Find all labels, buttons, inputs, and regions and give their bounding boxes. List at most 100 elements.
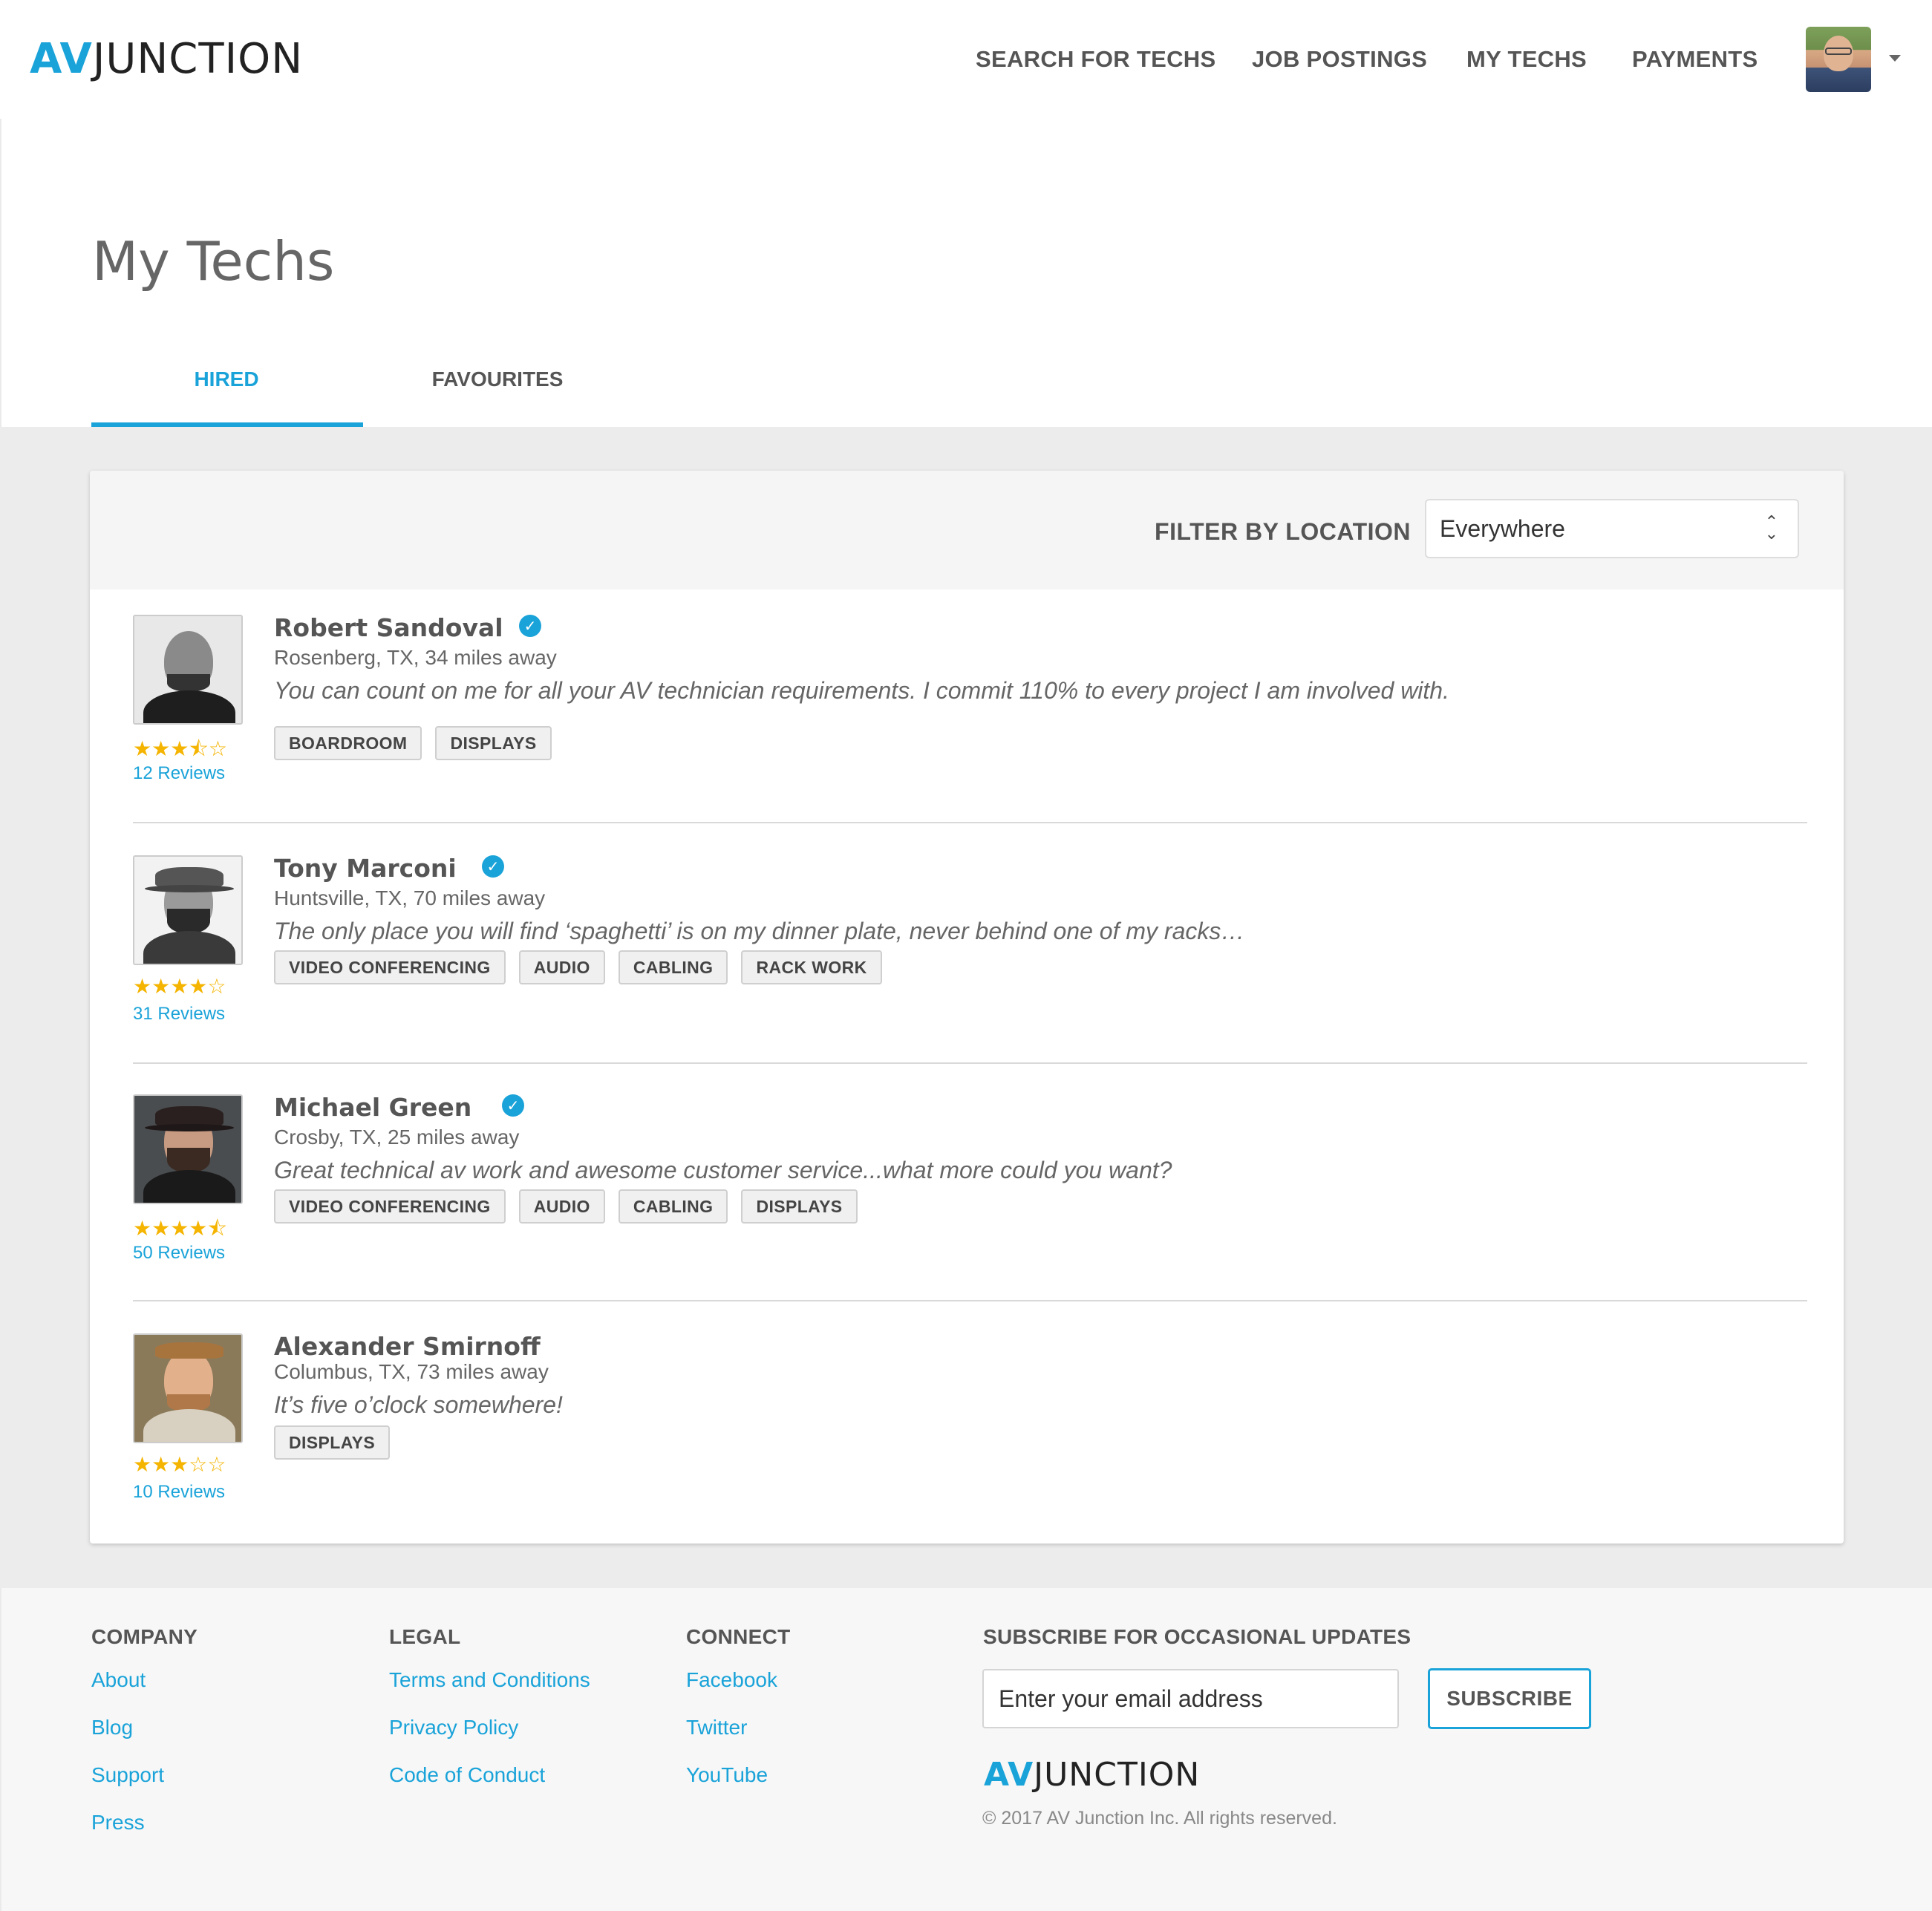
skill-tag: AUDIO	[518, 950, 605, 984]
reviews-link[interactable]: 50 Reviews	[133, 1243, 225, 1264]
tech-tags: BOARDROOM DISPLAYS	[274, 726, 565, 760]
divider	[133, 822, 1807, 823]
tech-quote: You can count on me for all your AV tech…	[274, 677, 1449, 704]
copyright: © 2017 AV Junction Inc. All rights reser…	[982, 1808, 1337, 1829]
reviews-link[interactable]: 12 Reviews	[133, 763, 225, 784]
reviews-link[interactable]: 10 Reviews	[133, 1482, 225, 1503]
tech-photo[interactable]	[133, 855, 243, 965]
select-arrows-icon: ⌃ ⌄	[1764, 513, 1778, 543]
location-filter-value: Everywhere	[1440, 515, 1565, 542]
photo-hair	[155, 1342, 223, 1359]
footer-link-press[interactable]: Press	[91, 1808, 198, 1855]
skill-tag: DISPLAYS	[274, 1425, 391, 1460]
tech-quote: Great technical av work and awesome cust…	[274, 1157, 1172, 1183]
footer-link-facebook[interactable]: Facebook	[686, 1665, 791, 1713]
reviews-link[interactable]: 31 Reviews	[133, 1004, 225, 1025]
active-tab-indicator	[91, 422, 363, 427]
skill-tag: VIDEO CONFERENCING	[274, 1189, 506, 1224]
footer-connect: CONNECT Facebook Twitter YouTube	[686, 1625, 791, 1808]
photo-body	[143, 1409, 235, 1442]
photo-body	[143, 1170, 235, 1203]
footer-company: COMPANY About Blog Support Press	[91, 1625, 198, 1855]
footer-logo: AVJUNCTION	[984, 1756, 1200, 1794]
footer-heading: CONNECT	[686, 1625, 791, 1648]
logo-av: AV	[30, 35, 93, 83]
user-avatar[interactable]	[1806, 27, 1871, 92]
subscribe-button[interactable]: SUBSCRIBE	[1428, 1668, 1591, 1729]
filter-label: FILTER BY LOCATION	[1155, 518, 1411, 545]
nav-my-techs[interactable]: MY TECHS	[1466, 46, 1587, 73]
email-input[interactable]	[982, 1669, 1399, 1728]
divider	[133, 1300, 1807, 1301]
photo-beard	[167, 674, 210, 692]
tech-photo[interactable]	[133, 1094, 243, 1204]
photo-hat-brim	[145, 885, 234, 892]
divider	[133, 1062, 1807, 1064]
avatar-glasses	[1825, 48, 1852, 55]
tech-location: Columbus, TX, 73 miles away	[274, 1360, 549, 1383]
nav-search-for-techs[interactable]: SEARCH FOR TECHS	[976, 46, 1215, 73]
photo-beard	[167, 909, 210, 934]
skill-tag: VIDEO CONFERENCING	[274, 950, 506, 984]
star-rating: ★★★★☆	[133, 974, 226, 999]
tech-location: Huntsville, TX, 70 miles away	[274, 886, 546, 909]
top-header: AVJUNCTION SEARCH FOR TECHS JOB POSTINGS…	[0, 0, 1932, 119]
footer-heading: LEGAL	[389, 1625, 461, 1648]
tech-name[interactable]: Tony Marconi	[274, 854, 457, 883]
techs-card: FILTER BY LOCATION Everywhere ⌃ ⌄ ★★★⯪☆ 1…	[90, 471, 1844, 1544]
tech-tags: VIDEO CONFERENCING AUDIO CABLING DISPLAYS	[274, 1189, 871, 1224]
tech-tags: VIDEO CONFERENCING AUDIO CABLING RACK WORK	[274, 950, 895, 984]
page-hero: My Techs HIRED FAVOURITES	[0, 119, 1932, 427]
footer-link-terms[interactable]: Terms and Conditions	[389, 1665, 590, 1713]
tech-quote: It’s five o’clock somewhere!	[274, 1391, 563, 1418]
verified-check-icon: ✓	[482, 855, 504, 878]
footer-subscribe: SUBSCRIBE FOR OCCASIONAL UPDATES	[983, 1625, 1411, 1665]
photo-body	[143, 690, 235, 723]
tech-name[interactable]: Robert Sandoval	[274, 613, 503, 642]
footer-legal: LEGAL Terms and Conditions Privacy Polic…	[389, 1625, 590, 1808]
photo-body	[143, 931, 235, 964]
tech-photo[interactable]	[133, 615, 243, 725]
verified-check-icon: ✓	[502, 1094, 524, 1117]
skill-tag: AUDIO	[518, 1189, 605, 1224]
logo-junction: JUNCTION	[92, 35, 304, 83]
tab-favourites[interactable]: FAVOURITES	[362, 368, 633, 391]
footer-link-support[interactable]: Support	[91, 1760, 198, 1808]
footer-link-blog[interactable]: Blog	[91, 1713, 198, 1760]
tab-hired[interactable]: HIRED	[91, 368, 362, 391]
page-title: My Techs	[92, 230, 335, 293]
tech-name[interactable]: Michael Green	[274, 1093, 471, 1122]
skill-tag: CABLING	[618, 1189, 728, 1224]
nav-payments[interactable]: PAYMENTS	[1632, 46, 1758, 73]
footer-link-privacy[interactable]: Privacy Policy	[389, 1713, 590, 1760]
location-filter-select[interactable]: Everywhere ⌃ ⌄	[1425, 499, 1799, 558]
footer-link-about[interactable]: About	[91, 1665, 198, 1713]
verified-check-icon: ✓	[519, 615, 541, 637]
skill-tag: BOARDROOM	[274, 726, 422, 760]
tech-photo[interactable]	[133, 1333, 243, 1443]
nav-job-postings[interactable]: JOB POSTINGS	[1252, 46, 1427, 73]
tech-quote: The only place you will find ‘spaghetti’…	[274, 918, 1245, 944]
skill-tag: DISPLAYS	[741, 1189, 858, 1224]
logo-junction: JUNCTION	[1034, 1756, 1201, 1794]
footer-heading: COMPANY	[91, 1625, 198, 1648]
tech-tags: DISPLAYS	[274, 1425, 403, 1460]
tech-location: Crosby, TX, 25 miles away	[274, 1126, 520, 1149]
footer-link-twitter[interactable]: Twitter	[686, 1713, 791, 1760]
footer-link-youtube[interactable]: YouTube	[686, 1760, 791, 1808]
caret-down-icon[interactable]	[1889, 55, 1901, 62]
card-filter-bar: FILTER BY LOCATION Everywhere ⌃ ⌄	[90, 471, 1844, 589]
footer-heading: SUBSCRIBE FOR OCCASIONAL UPDATES	[983, 1625, 1412, 1648]
footer-link-conduct[interactable]: Code of Conduct	[389, 1760, 590, 1808]
tech-name[interactable]: Alexander Smirnoff	[274, 1332, 541, 1361]
site-logo[interactable]: AVJUNCTION	[30, 37, 303, 82]
skill-tag: DISPLAYS	[435, 726, 552, 760]
site-footer: COMPANY About Blog Support Press LEGAL T…	[0, 1588, 1932, 1911]
photo-hat-brim	[145, 1124, 234, 1131]
tech-location: Rosenberg, TX, 34 miles away	[274, 646, 557, 669]
photo-beard	[167, 1148, 210, 1173]
skill-tag: CABLING	[618, 950, 728, 984]
logo-av: AV	[984, 1756, 1034, 1794]
skill-tag: RACK WORK	[741, 950, 882, 984]
star-rating: ★★★☆☆	[133, 1452, 226, 1477]
